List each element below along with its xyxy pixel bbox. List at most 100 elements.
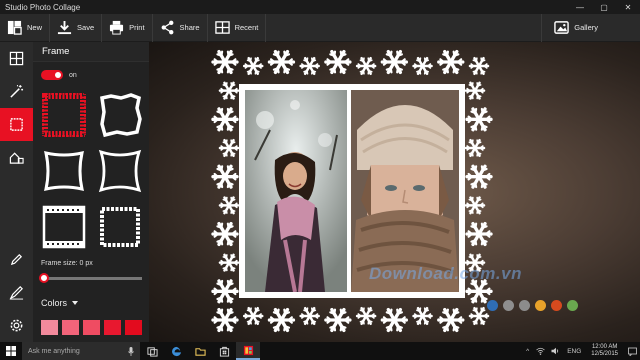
toolbar: New Save Print Share Recent Gallery: [0, 13, 640, 42]
frame-thumb-rough[interactable]: [96, 90, 144, 139]
snowflake: [242, 306, 264, 326]
toggle-knob: [55, 72, 61, 78]
taskbar-photo-collage[interactable]: [236, 342, 260, 360]
slider-thumb[interactable]: [39, 273, 49, 283]
collage[interactable]: [211, 48, 493, 334]
frame-size-label: Frame size: 0 px: [41, 260, 93, 267]
rail-item-layout[interactable]: [0, 42, 33, 75]
magic-wand-icon: [10, 84, 24, 98]
watermark-dot: [519, 300, 530, 311]
photo-woman-snow: [245, 90, 347, 292]
watermark-dot: [487, 300, 498, 311]
snowflake: [211, 49, 239, 75]
watermark-dot: [551, 300, 562, 311]
new-button[interactable]: New: [0, 13, 51, 42]
frame-thumb-lace[interactable]: [40, 90, 88, 139]
taskbar-edge[interactable]: [164, 342, 188, 360]
snowflake: [465, 279, 493, 304]
store-icon: [219, 346, 229, 357]
tray-chevron-icon[interactable]: ^: [526, 348, 529, 355]
close-button[interactable]: ✕: [616, 0, 640, 14]
toggle-label: on: [69, 71, 77, 79]
start-button[interactable]: [0, 342, 22, 360]
task-view-button[interactable]: [140, 342, 164, 360]
snowflake: [465, 164, 493, 189]
windows-logo-icon: [6, 346, 16, 356]
frame-thumb-curved[interactable]: [40, 146, 88, 195]
snowflake: [468, 56, 490, 76]
frame-toggle[interactable]: [41, 70, 63, 80]
frame-size-slider[interactable]: [39, 273, 142, 283]
recent-button[interactable]: Recent: [208, 13, 267, 42]
watermark: Download.com.vn: [369, 264, 522, 283]
colors-dropdown[interactable]: Colors: [41, 298, 79, 308]
action-center-button[interactable]: [624, 342, 640, 360]
language-indicator[interactable]: ENG: [567, 348, 581, 355]
watermark-dot: [535, 300, 546, 311]
task-view-icon: [146, 346, 158, 357]
recent-grid-icon: [214, 21, 230, 34]
panel-title: Frame: [33, 42, 149, 62]
color-swatch[interactable]: [125, 320, 142, 335]
snowflake: [468, 306, 490, 326]
snowflake: [355, 306, 377, 326]
snowflake: [218, 138, 240, 158]
notification-icon: [627, 347, 637, 356]
new-label: New: [27, 23, 43, 32]
frame-thumb-film[interactable]: [40, 202, 88, 251]
snowflake: [380, 307, 409, 333]
snowflake: [211, 307, 239, 333]
gallery-icon: [554, 21, 569, 34]
color-swatch[interactable]: [83, 320, 100, 335]
snowflake: [437, 307, 465, 333]
gear-icon: [10, 319, 23, 332]
snowflake: [211, 164, 239, 189]
rail-item-effects[interactable]: [0, 75, 33, 108]
photo-cell-left[interactable]: [245, 90, 347, 292]
taskbar: Ask me anything ^ ENG 12:00 AM 12/5/2015: [0, 342, 640, 360]
frame-thumb-stamp[interactable]: [96, 202, 144, 251]
snowflake: [412, 306, 433, 326]
snowflake: [218, 81, 240, 100]
share-button[interactable]: Share: [153, 13, 208, 42]
network-icon[interactable]: [536, 347, 545, 355]
gallery-button[interactable]: Gallery: [541, 13, 612, 42]
rail-item-text[interactable]: [0, 276, 33, 309]
window-title: Studio Photo Collage: [5, 2, 81, 12]
gallery-label: Gallery: [574, 23, 598, 32]
volume-icon[interactable]: [551, 347, 560, 355]
snowflake: [299, 56, 320, 76]
snowflake: [465, 221, 493, 247]
rail-item-settings[interactable]: [0, 309, 33, 342]
color-swatch[interactable]: [41, 320, 58, 335]
photo-cell-right[interactable]: [351, 90, 459, 292]
photo-collage-app-icon: [243, 345, 253, 355]
minimize-button[interactable]: —: [568, 0, 592, 14]
caret-down-icon: [72, 301, 79, 305]
frame-thumb-pillow[interactable]: [96, 146, 144, 195]
clock[interactable]: 12:00 AM 12/5/2015: [591, 344, 618, 358]
taskbar-search[interactable]: Ask me anything: [22, 342, 140, 360]
print-button[interactable]: Print: [102, 13, 153, 42]
color-swatch[interactable]: [104, 320, 121, 335]
snowflake: [218, 196, 240, 215]
taskbar-store[interactable]: [212, 342, 236, 360]
maximize-button[interactable]: ▢: [592, 0, 616, 14]
color-swatch[interactable]: [62, 320, 79, 335]
film-frame-icon: [42, 205, 86, 248]
microphone-icon[interactable]: [128, 346, 134, 356]
snowflake: [355, 56, 377, 76]
rail-item-frame[interactable]: [0, 108, 33, 141]
snowflake: [464, 196, 486, 215]
title-bar: Studio Photo Collage — ▢ ✕: [0, 0, 640, 14]
snowflake: [412, 56, 433, 76]
rail-item-draw[interactable]: [0, 243, 33, 276]
watermark-dot: [567, 300, 578, 311]
taskbar-explorer[interactable]: [188, 342, 212, 360]
snowflake: [218, 253, 240, 272]
snowflake: [437, 49, 465, 75]
snowflake: [211, 107, 239, 132]
snowflake: [299, 306, 320, 326]
save-button[interactable]: Save: [50, 13, 103, 42]
rail-item-background[interactable]: [0, 141, 33, 174]
